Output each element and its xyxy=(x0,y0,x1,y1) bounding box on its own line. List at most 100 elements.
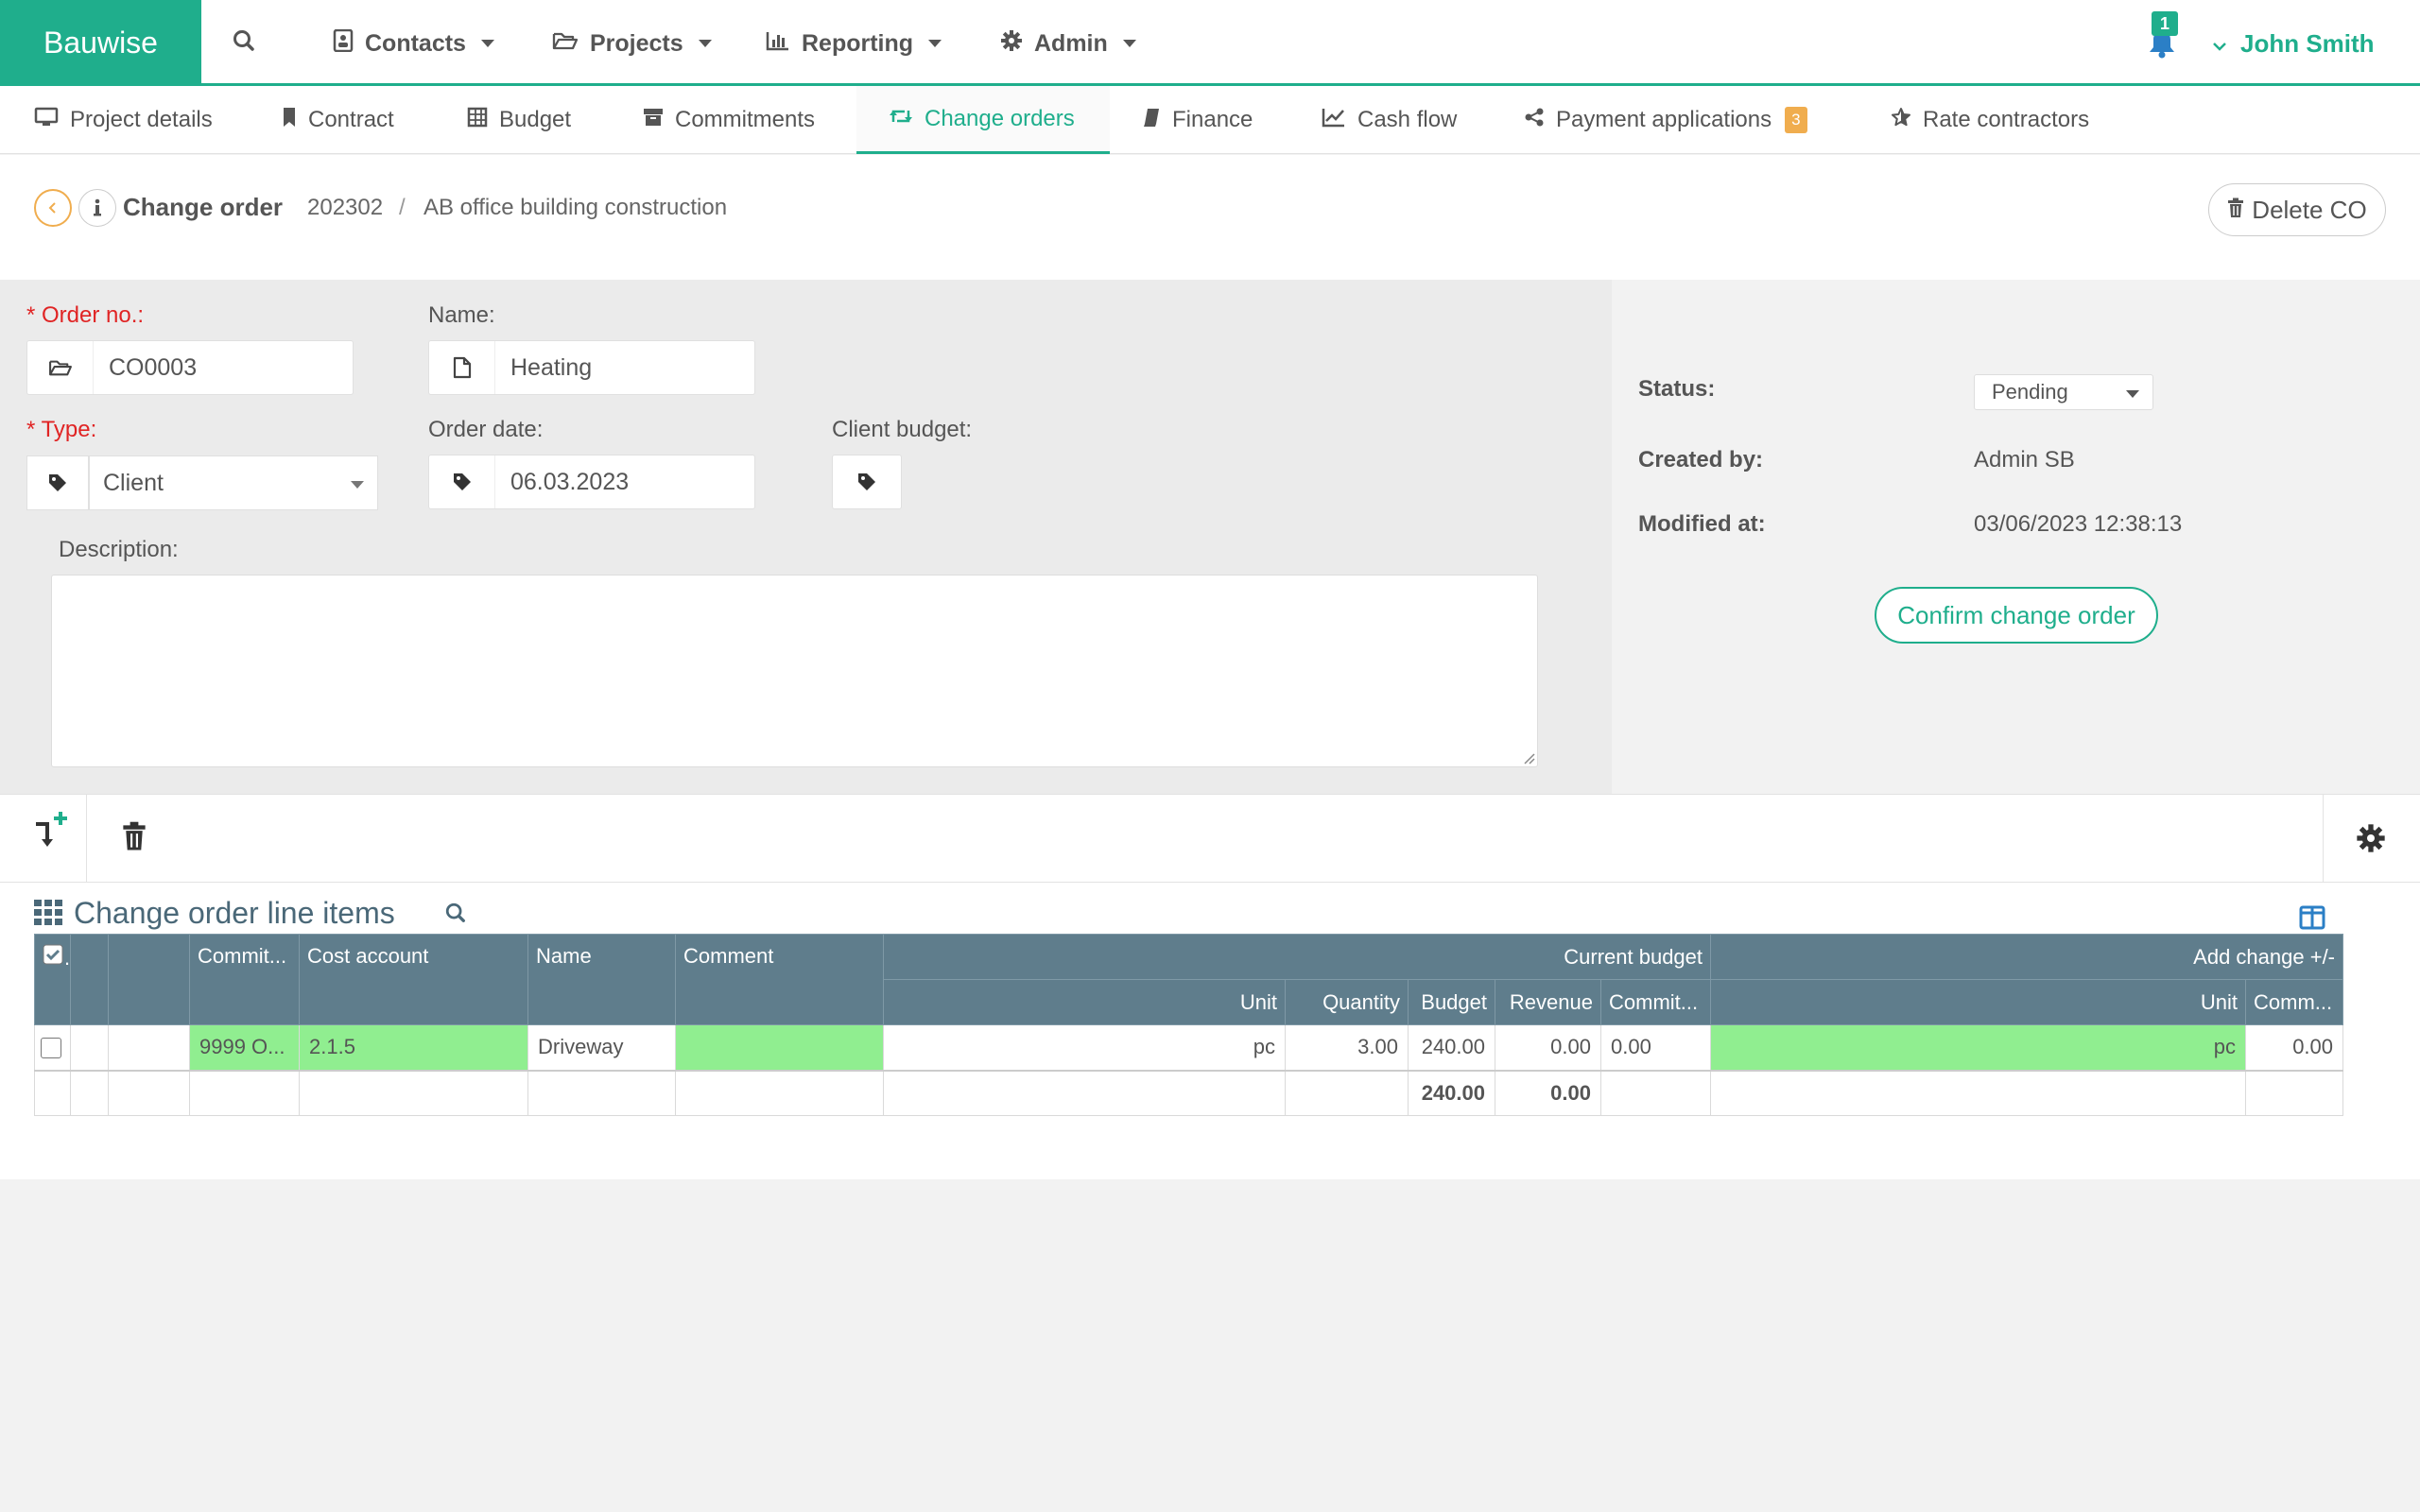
cell-add-comm[interactable]: 0.00 xyxy=(2245,1024,2344,1071)
select-all-checkbox[interactable] xyxy=(34,934,71,1025)
breadcrumb-separator: / xyxy=(399,195,406,220)
project-tabs: Project details Contract Budget Commitme… xyxy=(0,86,2420,154)
total-budget: 240.00 xyxy=(1408,1069,1495,1116)
cell-cost-account[interactable]: 2.1.5 xyxy=(299,1024,528,1071)
nav-reporting[interactable]: Reporting xyxy=(766,25,942,62)
nav-projects[interactable]: Projects xyxy=(552,25,712,62)
nav-projects-label: Projects xyxy=(590,29,683,57)
page-title: Change order xyxy=(123,193,284,221)
total-revenue: 0.00 xyxy=(1495,1069,1601,1116)
client-budget-label: Client budget: xyxy=(832,417,973,442)
brand-logo[interactable]: Bauwise xyxy=(0,0,201,86)
tab-payment-applications[interactable]: Payment applications 3 xyxy=(1524,86,1807,154)
col-header-commit[interactable]: Commit... xyxy=(1599,979,1712,1025)
search-icon[interactable] xyxy=(444,902,467,931)
status-select[interactable]: Pending xyxy=(1974,374,2153,410)
name-field[interactable]: Heating xyxy=(428,340,755,395)
created-by-label: Created by: xyxy=(1638,447,1764,472)
order-date-label: Order date: xyxy=(428,417,544,442)
tab-label: Rate contractors xyxy=(1923,107,2090,132)
breadcrumb-project-name[interactable]: AB office building construction xyxy=(424,195,727,221)
chevron-down-icon xyxy=(1122,40,1136,47)
user-menu[interactable]: John Smith xyxy=(2212,25,2375,62)
table-cell xyxy=(108,1024,190,1071)
toolbar-separator xyxy=(2323,795,2324,882)
nav-admin[interactable]: Admin xyxy=(1000,25,1136,62)
delete-co-label: Delete CO xyxy=(2252,195,2367,224)
grid-title: Change order line items xyxy=(74,896,395,930)
order-date-field[interactable]: 06.03.2023 xyxy=(428,455,755,509)
col-header-revenue[interactable]: Revenue xyxy=(1495,979,1601,1025)
type-dropdown[interactable]: Client xyxy=(89,455,378,510)
info-icon[interactable] xyxy=(78,189,116,227)
gear-icon[interactable] xyxy=(2356,823,2386,860)
tab-label: Change orders xyxy=(925,105,1075,131)
tab-label: Project details xyxy=(70,107,213,132)
tab-commitments[interactable]: Commitments xyxy=(643,86,815,154)
tab-contract[interactable]: Contract xyxy=(282,86,394,154)
confirm-change-order-button[interactable]: Confirm change order xyxy=(1875,587,2158,644)
nav-contacts[interactable]: Contacts xyxy=(333,25,494,62)
tab-change-orders[interactable]: Change orders xyxy=(856,86,1110,154)
breadcrumb-project-no[interactable]: 202302 xyxy=(307,195,383,221)
tab-budget[interactable]: Budget xyxy=(467,86,571,154)
table-cell xyxy=(70,1069,109,1116)
col-header-name[interactable]: Name xyxy=(527,934,676,1025)
add-line-item-icon[interactable] xyxy=(32,802,78,862)
cell-name[interactable]: Driveway xyxy=(527,1024,676,1071)
order-no-field[interactable]: CO0003 xyxy=(26,340,354,395)
columns-panel-icon[interactable] xyxy=(2299,905,2325,936)
group-header-current-budget: Current budget xyxy=(882,934,1712,980)
gear-icon xyxy=(1000,29,1023,59)
archive-icon xyxy=(643,107,664,134)
tab-rate-contractors[interactable]: Rate contractors xyxy=(1891,86,2089,154)
trash-icon xyxy=(2227,196,2244,225)
line-chart-icon xyxy=(1322,107,1346,134)
group-header-add-change: Add change +/- xyxy=(1710,934,2344,980)
col-header-add-unit[interactable]: Unit xyxy=(1710,979,2247,1025)
star-icon xyxy=(1891,107,1911,134)
tag-icon xyxy=(26,455,89,510)
cell-unit[interactable]: pc xyxy=(883,1024,1286,1071)
book-icon xyxy=(1142,107,1161,134)
tab-label: Cash flow xyxy=(1357,107,1458,132)
order-no-label: * Order no.: xyxy=(26,302,145,328)
file-icon xyxy=(429,341,495,394)
cell-revenue[interactable]: 0.00 xyxy=(1495,1024,1601,1071)
table-cell xyxy=(883,1069,1286,1116)
line-items-section: Change order line items Commit... Cost a… xyxy=(0,883,2420,1179)
modified-at-value: 03/06/2023 12:38:13 xyxy=(1974,511,2183,537)
row-checkbox[interactable] xyxy=(34,1024,71,1071)
description-textarea[interactable] xyxy=(51,575,1538,767)
col-header-comment[interactable]: Comment xyxy=(675,934,884,1025)
resize-grip-icon[interactable] xyxy=(1522,751,1535,765)
tab-cash-flow[interactable]: Cash flow xyxy=(1322,86,1457,154)
cell-quantity[interactable]: 3.00 xyxy=(1285,1024,1409,1071)
contact-card-icon xyxy=(333,28,354,59)
client-budget-field[interactable] xyxy=(832,455,902,509)
tab-label: Budget xyxy=(499,107,572,132)
search-icon[interactable] xyxy=(232,28,256,60)
cell-commit[interactable]: 0.00 xyxy=(1599,1024,1712,1071)
cell-add-unit[interactable]: pc xyxy=(1710,1024,2247,1071)
table-cell xyxy=(108,1069,190,1116)
col-header-unit[interactable]: Unit xyxy=(883,979,1286,1025)
col-header-quantity[interactable]: Quantity xyxy=(1285,979,1409,1025)
tab-finance[interactable]: Finance xyxy=(1142,86,1253,154)
table-cell xyxy=(527,1069,676,1116)
back-button[interactable] xyxy=(34,189,72,227)
tab-project-details[interactable]: Project details xyxy=(34,86,213,154)
cell-comment[interactable] xyxy=(675,1024,884,1071)
cell-commitment[interactable]: 9999 O... xyxy=(189,1024,300,1071)
monitor-icon xyxy=(34,107,59,134)
col-header-commitment[interactable]: Commit... xyxy=(189,934,300,1025)
col-header-add-comm[interactable]: Comm... xyxy=(2245,979,2344,1025)
type-select[interactable]: Client xyxy=(26,455,378,510)
trash-icon[interactable] xyxy=(121,821,147,858)
table-row[interactable]: 9999 O... 2.1.5 Driveway pc 3.00 240.00 … xyxy=(34,1024,2344,1071)
col-header-cost-account[interactable]: Cost account xyxy=(299,934,528,1025)
status-value: Pending xyxy=(1992,380,2068,404)
col-header-budget[interactable]: Budget xyxy=(1408,979,1495,1025)
cell-budget[interactable]: 240.00 xyxy=(1408,1024,1495,1071)
delete-co-button[interactable]: Delete CO xyxy=(2208,183,2386,236)
